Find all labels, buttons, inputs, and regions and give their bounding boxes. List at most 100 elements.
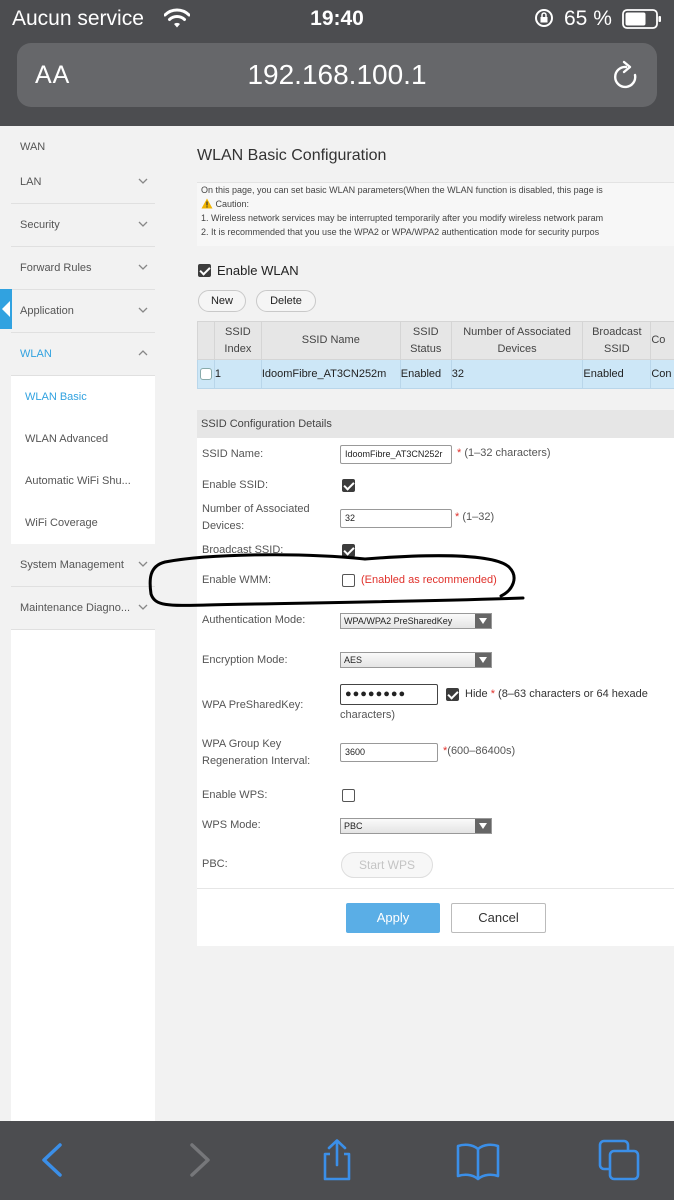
sidebar-subitem-wlan-basic[interactable]: WLAN Basic bbox=[11, 376, 155, 418]
sidebar-subitem-label: Automatic WiFi Shu... bbox=[25, 475, 131, 487]
psk-input[interactable]: ●●●●●●●● bbox=[340, 684, 438, 705]
auth-mode-value: WPA/WPA2 PreSharedKey bbox=[344, 616, 453, 626]
warning-icon bbox=[201, 198, 213, 209]
share-icon[interactable] bbox=[315, 1139, 359, 1181]
sidebar-item-label: Forward Rules bbox=[20, 262, 92, 274]
column-header: Broadcast SSID bbox=[582, 321, 652, 360]
sidebar-collapse-handle[interactable] bbox=[0, 289, 12, 329]
sidebar-item-wlan[interactable]: WLAN bbox=[11, 333, 155, 376]
auth-mode-label: Authentication Mode: bbox=[202, 614, 306, 626]
column-header: Number of Associated Devices bbox=[450, 321, 584, 360]
bookmarks-icon[interactable] bbox=[456, 1139, 500, 1181]
main-content: WLAN Basic Configuration On this page, y… bbox=[155, 126, 674, 1121]
battery-percent: 65 % bbox=[564, 7, 612, 30]
sidebar-subitem-wifi-coverage[interactable]: WiFi Coverage bbox=[11, 502, 155, 544]
sidebar-subitem-label: WLAN Advanced bbox=[25, 433, 109, 445]
delete-button[interactable]: Delete bbox=[256, 290, 316, 312]
sidebar-subitem-automatic-wifi-shutdown[interactable]: Automatic WiFi Shu... bbox=[11, 460, 155, 502]
dropdown-arrow-icon bbox=[475, 614, 491, 628]
wps-mode-label: WPS Mode: bbox=[202, 819, 261, 831]
sidebar-item-lan[interactable]: LAN bbox=[11, 161, 155, 204]
apply-button[interactable]: Apply bbox=[346, 903, 440, 933]
column-header: SSID Name bbox=[260, 321, 401, 360]
browser-toolbar bbox=[0, 1121, 674, 1200]
group-key-hint: *(600–86400s) bbox=[443, 745, 516, 757]
encryption-mode-select[interactable]: AES bbox=[340, 652, 492, 668]
group-key-input[interactable]: 3600 bbox=[340, 743, 438, 762]
wps-mode-value: PBC bbox=[344, 821, 363, 831]
table-cell: 32 bbox=[450, 359, 584, 389]
hand-drawn-circle-annotation bbox=[148, 553, 525, 607]
caution-label: Caution: bbox=[215, 199, 250, 209]
new-button[interactable]: New bbox=[198, 290, 246, 312]
enable-wlan-checkbox[interactable] bbox=[198, 264, 211, 277]
page-title: WLAN Basic Configuration bbox=[197, 147, 387, 164]
enable-ssid-checkbox[interactable] bbox=[342, 479, 355, 492]
sidebar-gutter bbox=[0, 126, 11, 1121]
assoc-devices-hint: * (1–32) bbox=[455, 511, 495, 523]
encryption-mode-label: Encryption Mode: bbox=[202, 654, 288, 666]
start-wps-button[interactable]: Start WPS bbox=[341, 852, 433, 878]
back-icon[interactable] bbox=[32, 1139, 76, 1181]
table-cell: IdoomFibre_AT3CN252m bbox=[260, 359, 401, 389]
intro-text: On this page, you can set basic WLAN par… bbox=[201, 185, 603, 195]
auth-mode-select[interactable]: WPA/WPA2 PreSharedKey bbox=[340, 613, 492, 629]
sidebar-subitem-wlan-advanced[interactable]: WLAN Advanced bbox=[11, 418, 155, 460]
sidebar-nav: WAN LAN Security Forward Rules Applicati… bbox=[0, 126, 155, 1121]
sidebar-item-forward-rules[interactable]: Forward Rules bbox=[11, 247, 155, 290]
hide-psk-checkbox[interactable] bbox=[446, 688, 459, 701]
sidebar-item-label: Security bbox=[20, 219, 60, 231]
chevron-down-icon bbox=[138, 178, 148, 184]
column-header: Co bbox=[650, 321, 674, 360]
wps-mode-select[interactable]: PBC bbox=[340, 818, 492, 834]
group-key-label: WPA Group Key Regeneration Interval: bbox=[202, 738, 311, 767]
caution-line: Caution: bbox=[197, 197, 674, 211]
hide-label: Hide * (8–63 characters or 64 hexade bbox=[465, 688, 648, 700]
sidebar-item-label: Application bbox=[20, 305, 74, 317]
chevron-down-icon bbox=[138, 307, 148, 313]
sidebar-item-security[interactable]: Security bbox=[11, 204, 155, 247]
reload-icon[interactable] bbox=[611, 60, 641, 94]
sidebar-item-label: WAN bbox=[20, 141, 46, 153]
row-select-checkbox[interactable] bbox=[200, 368, 212, 380]
ssid-name-label: SSID Name: bbox=[202, 448, 264, 460]
forward-icon bbox=[190, 1143, 210, 1177]
enable-wps-checkbox[interactable] bbox=[342, 789, 355, 802]
table-cell: Con bbox=[650, 359, 674, 389]
sidebar-subitem-label: WLAN Basic bbox=[25, 391, 87, 403]
cancel-button[interactable]: Cancel bbox=[451, 903, 546, 933]
table-cell: 1 bbox=[213, 359, 262, 389]
column-header: SSID Status bbox=[399, 321, 452, 360]
caution-item-1: 1. Wireless network services may be inte… bbox=[201, 213, 604, 223]
ssid-name-input[interactable]: IdoomFibre_AT3CN252r bbox=[340, 445, 452, 464]
intro-notice: On this page, you can set basic WLAN par… bbox=[197, 182, 674, 246]
ssid-table: SSID Index SSID Name SSID Status Number … bbox=[197, 321, 674, 389]
psk-hint-continued: characters) bbox=[340, 709, 396, 721]
sidebar-item-maintenance-diagnosis[interactable]: Maintenance Diagno... bbox=[11, 587, 155, 630]
tabs-icon[interactable] bbox=[598, 1139, 642, 1181]
assoc-devices-input[interactable]: 32 bbox=[340, 509, 452, 528]
pbc-label: PBC: bbox=[202, 858, 228, 870]
table-header-row: SSID Index SSID Name SSID Status Number … bbox=[197, 321, 674, 360]
form-actions: Apply Cancel bbox=[197, 888, 674, 946]
panel-header: SSID Configuration Details bbox=[197, 410, 674, 438]
sidebar-item-label: LAN bbox=[20, 176, 42, 188]
sidebar-item-application[interactable]: Application bbox=[11, 290, 155, 333]
enable-wps-label: Enable WPS: bbox=[202, 789, 268, 801]
sidebar-item-label: System Management bbox=[20, 559, 124, 571]
address-bar[interactable]: AA 192.168.100.1 bbox=[17, 43, 657, 107]
table-row[interactable]: 1 IdoomFibre_AT3CN252m Enabled 32 Enable… bbox=[197, 359, 674, 389]
dropdown-arrow-icon bbox=[475, 653, 491, 667]
url-text[interactable]: 192.168.100.1 bbox=[17, 59, 657, 91]
sidebar-item-system-management[interactable]: System Management bbox=[11, 544, 155, 587]
row-select-cell[interactable] bbox=[197, 359, 215, 389]
panel-title: SSID Configuration Details bbox=[201, 418, 332, 430]
sidebar-item-label: WLAN bbox=[20, 348, 52, 360]
enable-wlan-label: Enable WLAN bbox=[217, 263, 299, 278]
table-cell: Enabled bbox=[582, 359, 652, 389]
sidebar-empty-area bbox=[11, 630, 155, 1121]
chevron-up-icon bbox=[138, 350, 148, 356]
select-column-header bbox=[197, 321, 215, 360]
ssid-name-hint: * (1–32 characters) bbox=[457, 447, 551, 459]
column-header: SSID Index bbox=[213, 321, 262, 360]
